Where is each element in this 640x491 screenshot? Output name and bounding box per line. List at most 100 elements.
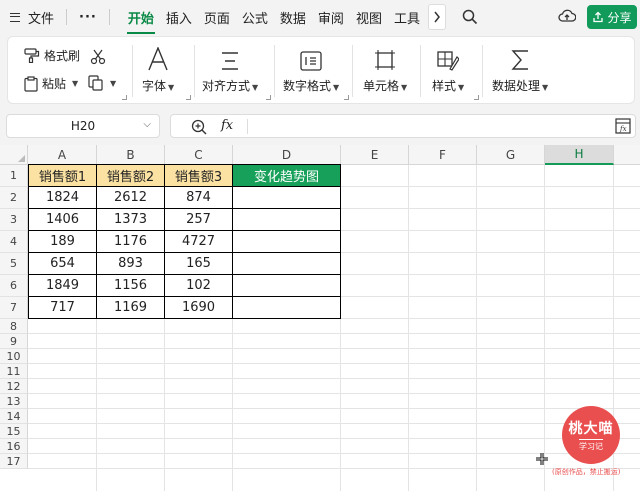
header-cell-c1[interactable]: 销售额3 [164,164,233,187]
tabs-scroll-right-button[interactable] [427,4,446,30]
data-cell-a5[interactable]: 654 [28,252,97,275]
column-header-g[interactable]: G [477,145,545,165]
column-header-partial[interactable] [614,145,640,165]
styles-button[interactable]: 样式 ▼ [432,43,464,94]
cells-button[interactable]: 单元格 ▼ [363,43,407,94]
row-header-11[interactable]: 11 [0,364,28,379]
data-processing-button[interactable]: 数据处理 ▼ [492,43,548,94]
caret-down-icon: ▼ [333,83,340,92]
data-cell-b5[interactable]: 893 [96,252,165,275]
more-menu[interactable]: ··· [79,10,97,25]
caret-down-icon: ▼ [72,79,79,88]
caret-down-icon: ▼ [168,83,175,92]
dialog-launcher-icon[interactable] [344,95,349,100]
header-cell-b1[interactable]: 销售额2 [96,164,165,187]
column-header-e[interactable]: E [341,145,409,165]
dialog-launcher-icon[interactable] [266,95,271,100]
row-header-1[interactable]: 1 [0,165,28,187]
data-cell-a2[interactable]: 1824 [28,186,97,209]
paste-button[interactable]: 粘贴 ▼ [24,75,78,92]
data-cell-a7[interactable]: 717 [28,296,97,319]
cloud-upload-icon[interactable] [558,8,576,24]
number-format-button[interactable]: 数字格式 ▼ [283,43,339,94]
row-header-10[interactable]: 10 [0,349,28,364]
data-cell-c4[interactable]: 4727 [164,230,233,253]
row-header-8[interactable]: 8 [0,319,28,334]
header-cell-a1[interactable]: 销售额1 [28,164,97,187]
tab-review[interactable]: 审阅 [317,1,345,34]
name-box[interactable]: H20 ⌵ [6,114,160,138]
data-cell-d4[interactable] [232,230,341,253]
zoom-icon[interactable] [191,119,207,135]
align-center-icon [222,52,239,70]
data-cell-b7[interactable]: 1169 [96,296,165,319]
data-cell-c3[interactable]: 257 [164,208,233,231]
row-header-13[interactable]: 13 [0,394,28,409]
row-header-5[interactable]: 5 [0,253,28,275]
data-cell-c6[interactable]: 102 [164,274,233,297]
row-header-6[interactable]: 6 [0,275,28,297]
file-menu[interactable]: 文件 [10,8,54,27]
share-button[interactable]: 分享 [587,5,637,29]
dialog-launcher-icon[interactable] [186,95,191,100]
column-header-h[interactable]: H [545,145,614,165]
data-cell-d2[interactable] [232,186,341,209]
column-gridline [476,165,477,491]
data-cell-d7[interactable] [232,296,341,319]
data-cell-b2[interactable]: 2612 [96,186,165,209]
row-header-7[interactable]: 7 [0,297,28,319]
format-painter-label: 格式刷 [44,49,81,63]
data-cell-a4[interactable]: 189 [28,230,97,253]
select-all-corner[interactable] [0,145,28,165]
dialog-launcher-icon[interactable] [122,95,127,100]
data-cell-b6[interactable]: 1156 [96,274,165,297]
data-cell-c7[interactable]: 1690 [164,296,233,319]
tab-page[interactable]: 页面 [203,1,231,34]
row-header-4[interactable]: 4 [0,231,28,253]
menu-divider [108,9,110,25]
column-header-f[interactable]: F [409,145,477,165]
format-painter-button[interactable]: 格式刷 [24,47,80,64]
row-header-14[interactable]: 14 [0,409,28,424]
data-cell-a3[interactable]: 1406 [28,208,97,231]
tab-home[interactable]: 开始 [126,1,155,34]
fx-icon[interactable]: fx [221,118,233,133]
row-header-15[interactable]: 15 [0,424,28,439]
data-cell-d3[interactable] [232,208,341,231]
data-cell-a6[interactable]: 1849 [28,274,97,297]
data-cell-d5[interactable] [232,252,341,275]
dialog-launcher-icon[interactable] [474,95,479,100]
column-header-b[interactable]: B [97,145,165,165]
data-cell-c5[interactable]: 165 [164,252,233,275]
row-header-2[interactable]: 2 [0,187,28,209]
formula-input[interactable]: fx fx [170,114,636,138]
data-cell-b4[interactable]: 1176 [96,230,165,253]
header-cell-d1[interactable]: 变化趋势图 [232,164,341,187]
tab-formula[interactable]: 公式 [241,1,269,34]
tab-insert[interactable]: 插入 [165,1,193,34]
row-header-17[interactable]: 17 [0,454,28,469]
data-cell-c2[interactable]: 874 [164,186,233,209]
font-button[interactable]: 字体 ▼ [142,43,174,94]
column-header-a[interactable]: A [28,145,97,165]
alignment-button[interactable]: 对齐方式 ▼ [202,43,258,94]
tab-view[interactable]: 视图 [355,1,383,34]
scissors-icon[interactable] [90,49,106,65]
ribbon-divider [194,45,195,97]
chevron-down-icon[interactable]: ⌵ [143,119,151,130]
tab-data[interactable]: 数据 [279,1,307,34]
row-header-9[interactable]: 9 [0,334,28,349]
copy-button[interactable]: ▼ [88,75,116,91]
row-header-12[interactable]: 12 [0,379,28,394]
chevron-right-icon [434,11,440,23]
column-header-d[interactable]: D [233,145,341,165]
expand-formula-icon[interactable]: fx [615,118,631,134]
spreadsheet-grid[interactable]: A B C D E F G H 1 2 3 4 5 6 7 8 9 10 11 12 13 14 15 16 17 销售额1 销售额… [0,145,640,491]
search-icon[interactable] [462,9,478,25]
column-header-c[interactable]: C [165,145,233,165]
row-header-16[interactable]: 16 [0,439,28,454]
row-header-3[interactable]: 3 [0,209,28,231]
tab-tools[interactable]: 工具 [393,1,421,34]
data-cell-b3[interactable]: 1373 [96,208,165,231]
data-cell-d6[interactable] [232,274,341,297]
